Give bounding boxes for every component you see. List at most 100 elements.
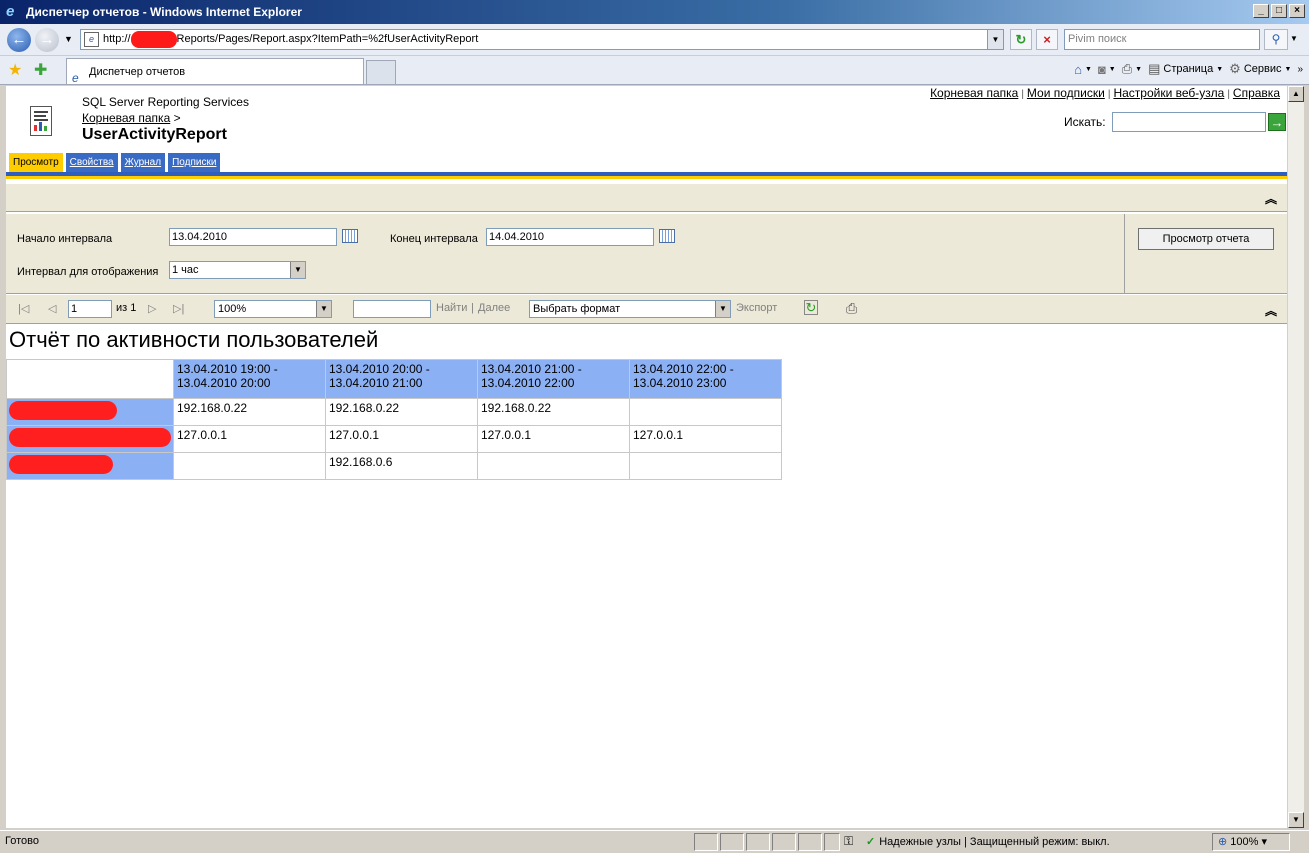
zone-security-icon[interactable]: ⚿ xyxy=(844,834,853,849)
chevron-down-icon: ▼ xyxy=(316,301,331,317)
print-report-icon[interactable]: ⎙ xyxy=(846,300,857,317)
search-go-button[interactable]: → xyxy=(1268,113,1286,131)
page-title: UserActivityReport xyxy=(82,126,227,143)
zoom-level[interactable]: ⊕ 100% ▾ xyxy=(1218,835,1267,848)
search-input[interactable]: Pivim поиск xyxy=(1064,29,1260,50)
column-header: 13.04.2010 21:00 - 13.04.2010 22:00 xyxy=(477,359,630,399)
report-title: Отчёт по активности пользователей xyxy=(9,327,379,352)
report-search-input[interactable] xyxy=(1112,112,1266,132)
params-divider xyxy=(1124,214,1125,294)
row-header-redacted xyxy=(6,425,174,453)
favorites-star-icon[interactable]: ★ xyxy=(8,60,22,80)
table-header-row: 13.04.2010 19:00 - 13.04.2010 20:00 13.0… xyxy=(6,359,782,399)
end-calendar-icon[interactable] xyxy=(659,229,675,243)
table-cell xyxy=(173,452,326,480)
link-help[interactable]: Справка xyxy=(1233,86,1280,100)
scroll-down-icon[interactable]: ▼ xyxy=(1288,812,1304,828)
page-menu-icon: ▤ xyxy=(1148,61,1161,76)
vertical-scrollbar[interactable]: ▲ ▼ xyxy=(1287,86,1304,828)
last-page-icon[interactable]: ▷| xyxy=(173,302,184,315)
breadcrumb-root-link[interactable]: Корневая папка xyxy=(82,111,170,125)
tab-properties[interactable]: Свойства xyxy=(65,153,118,173)
end-date-input[interactable]: 14.04.2010 xyxy=(486,228,654,246)
scroll-up-icon[interactable]: ▲ xyxy=(1288,86,1304,102)
table-cell: 127.0.0.1 xyxy=(477,425,630,453)
prev-page-icon[interactable]: ◁ xyxy=(48,302,56,315)
column-header: 13.04.2010 19:00 - 13.04.2010 20:00 xyxy=(173,359,326,399)
feeds-button[interactable]: ◙ ▼ xyxy=(1098,62,1116,77)
table-cell: 192.168.0.22 xyxy=(325,398,478,426)
interval-select[interactable]: 1 час ▼ xyxy=(169,261,306,279)
link-my-subscriptions[interactable]: Мои подписки xyxy=(1027,86,1105,100)
find-link[interactable]: Найти xyxy=(436,302,467,314)
address-toolbar: ← → ▼ e http:// Reports/Pages/Report.aspx… xyxy=(0,24,1309,56)
start-date-input[interactable]: 13.04.2010 xyxy=(169,228,337,246)
history-dropdown-icon[interactable]: ▼ xyxy=(64,34,73,44)
table-cell: 192.168.0.6 xyxy=(325,452,478,480)
find-text-input[interactable] xyxy=(353,300,431,318)
zoom-select[interactable]: 100% ▼ xyxy=(214,300,332,318)
search-icon[interactable]: ⚲ xyxy=(1264,29,1288,50)
print-button[interactable]: ⎙ ▼ xyxy=(1122,61,1142,77)
tab-history[interactable]: Журнал xyxy=(120,153,166,173)
address-dropdown-icon[interactable]: ▼ xyxy=(987,30,1003,49)
back-button[interactable]: ← xyxy=(7,28,31,52)
page-number-input[interactable]: 1 xyxy=(68,300,112,318)
refresh-icon[interactable]: ↻ xyxy=(1010,29,1032,50)
new-tab-button[interactable] xyxy=(366,60,396,84)
status-bar: Готово ⚿ ✓ Надежные узлы | Защищенный реж… xyxy=(0,830,1309,853)
stop-icon[interactable]: × xyxy=(1036,29,1058,50)
table-cell: 127.0.0.1 xyxy=(325,425,478,453)
tab-view[interactable]: Просмотр xyxy=(9,153,63,173)
page-viewport: SQL Server Reporting Services Корневая п… xyxy=(6,86,1287,828)
tab-underline-yellow xyxy=(6,176,1287,179)
browser-tab-report-manager[interactable]: e Диспетчер отчетов xyxy=(66,58,364,85)
refresh-report-icon[interactable]: ↻ xyxy=(804,300,818,315)
toolbar-overflow-icon[interactable]: » xyxy=(1297,64,1303,75)
forward-button[interactable]: → xyxy=(35,28,59,52)
page-count-label: из 1 xyxy=(116,302,137,314)
browser-tab-label: Диспетчер отчетов xyxy=(89,66,186,78)
address-input[interactable]: e http:// Reports/Pages/Report.aspx?ItemP… xyxy=(80,29,1004,50)
breadcrumb: Корневая папка > xyxy=(82,111,181,125)
table-row: 192.168.0.6 xyxy=(6,452,782,480)
ie-logo-icon: e xyxy=(6,3,15,20)
find-next-link[interactable]: Далее xyxy=(478,302,510,314)
check-icon: ✓ xyxy=(866,836,876,848)
table-cell: 192.168.0.22 xyxy=(477,398,630,426)
link-root-folder[interactable]: Корневая папка xyxy=(930,86,1018,100)
view-report-button[interactable]: Просмотр отчета xyxy=(1138,228,1274,250)
url-path: Reports/Pages/Report.aspx?ItemPath=%2fUs… xyxy=(176,33,479,45)
home-button[interactable]: ⌂ ▼ xyxy=(1074,62,1092,77)
first-page-icon[interactable]: |◁ xyxy=(18,302,29,315)
report-table: 13.04.2010 19:00 - 13.04.2010 20:00 13.0… xyxy=(6,359,782,480)
table-cell xyxy=(629,452,782,480)
close-window-button[interactable]: × xyxy=(1289,4,1305,18)
search-label: Искать: xyxy=(1064,115,1106,129)
collapse-up-icon[interactable]: ︽ xyxy=(1265,190,1277,207)
url-prefix: http:// xyxy=(103,33,131,45)
page-menu[interactable]: ▤ Страница ▼ xyxy=(1148,61,1223,77)
rss-icon: ◙ xyxy=(1097,61,1106,77)
product-name: SQL Server Reporting Services xyxy=(82,95,249,109)
search-options-dropdown-icon[interactable]: ▼ xyxy=(1290,34,1298,43)
next-page-icon[interactable]: ▷ xyxy=(148,302,156,315)
tab-subscriptions[interactable]: Подписки xyxy=(168,153,221,173)
add-favorite-icon[interactable]: ✚ xyxy=(34,60,47,80)
start-calendar-icon[interactable] xyxy=(342,229,358,243)
export-format-select[interactable]: Выбрать формат ▼ xyxy=(529,300,731,318)
row-header-redacted xyxy=(6,398,174,426)
printer-icon: ⎙ xyxy=(1121,61,1133,76)
link-site-settings[interactable]: Настройки веб-узла xyxy=(1113,86,1224,100)
export-link[interactable]: Экспорт xyxy=(736,302,777,314)
report-icon xyxy=(30,106,52,136)
maximize-button[interactable]: □ xyxy=(1271,4,1287,18)
status-text: Готово xyxy=(5,835,39,847)
window-title: Диспетчер отчетов - Windows Internet Exp… xyxy=(26,5,302,19)
collapse-toolbar-icon[interactable]: ︽ xyxy=(1265,302,1277,319)
security-zone[interactable]: ✓ Надежные узлы | Защищенный режим: выкл. xyxy=(866,835,1110,848)
minimize-button[interactable]: _ xyxy=(1253,4,1269,18)
interval-display-label: Интервал для отображения xyxy=(17,266,159,278)
tools-menu[interactable]: ⚙ Сервис ▼ xyxy=(1229,61,1291,77)
table-cell xyxy=(629,398,782,426)
